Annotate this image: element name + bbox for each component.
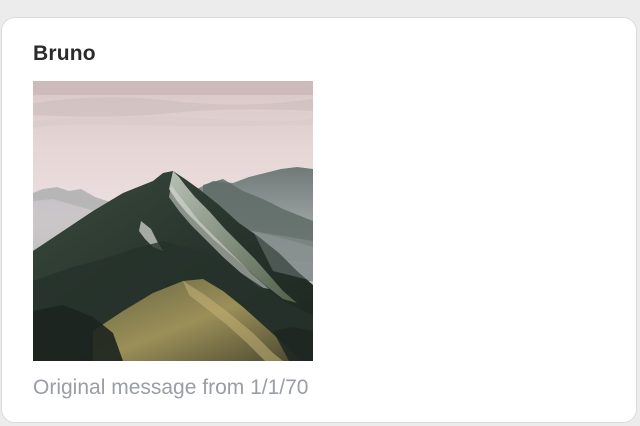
quoted-message-card[interactable]: Bruno Original message from 1/1/70	[1, 17, 637, 423]
mountain-photo-attachment[interactable]	[33, 81, 313, 361]
mountain-photo-image	[33, 81, 313, 361]
sender-name: Bruno	[33, 42, 96, 65]
original-message-caption: Original message from 1/1/70	[33, 376, 309, 399]
